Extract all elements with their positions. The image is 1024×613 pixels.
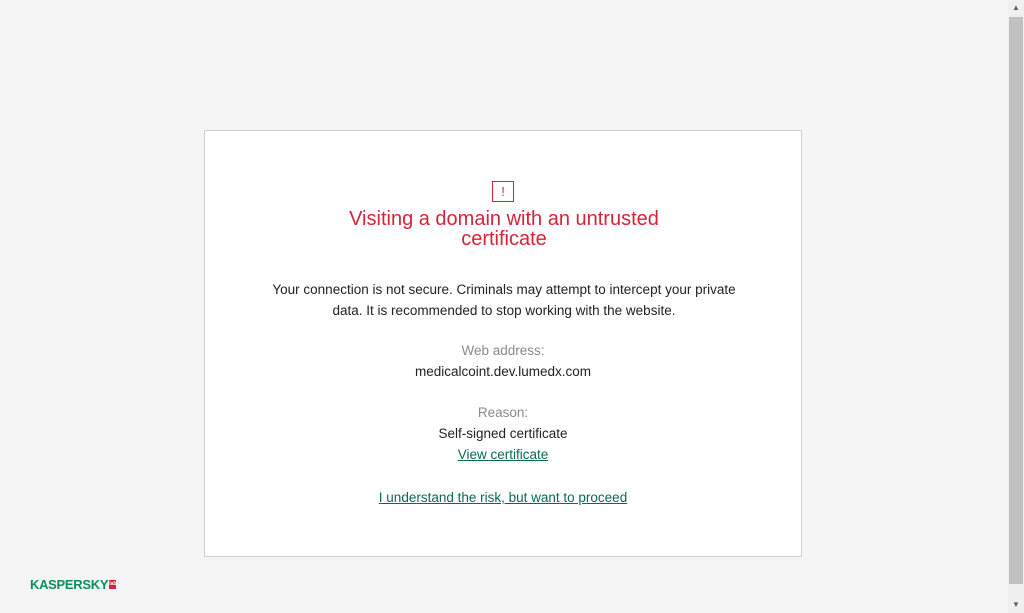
exclamation-glyph: ! (501, 184, 505, 199)
logo-badge: lab (109, 579, 117, 589)
vertical-scrollbar[interactable]: ▲ ▼ (1008, 0, 1024, 613)
warning-description-line1: Your connection is not secure. Criminals… (272, 282, 736, 297)
page-viewport: ! Visiting a domain with an untrusted ce… (0, 0, 1008, 613)
triangle-up-icon[interactable]: ▲ (1008, 0, 1024, 16)
scroll-down-glyph: ▼ (1012, 600, 1020, 609)
proceed-row: I understand the risk, but want to proce… (205, 489, 801, 507)
warning-description: Your connection is not secure. Criminals… (245, 279, 763, 321)
web-address-label: Web address: (461, 343, 545, 358)
proceed-link[interactable]: I understand the risk, but want to proce… (379, 490, 627, 505)
warning-title: Visiting a domain with an untrusted cert… (265, 209, 743, 249)
triangle-down-icon[interactable]: ▼ (1008, 597, 1024, 613)
web-address-value: medicalcoint.dev.lumedx.com (414, 364, 592, 379)
logo-text: KASPERSKY (30, 576, 109, 592)
scrollbar-thumb[interactable] (1009, 17, 1023, 584)
scroll-up-glyph: ▲ (1012, 3, 1020, 12)
warning-title-line2: certificate (461, 228, 547, 250)
warning-description-line2: data. It is recommended to stop working … (332, 303, 676, 318)
warning-card: ! Visiting a domain with an untrusted ce… (204, 130, 802, 557)
view-certificate-row: View certificate (205, 446, 801, 464)
reason-value: Self-signed certificate (438, 426, 568, 441)
kaspersky-logo: KASPERSKY lab (30, 575, 116, 593)
exclamation-icon: ! (492, 181, 514, 202)
reason-label: Reason: (477, 405, 529, 420)
view-certificate-link[interactable]: View certificate (458, 447, 549, 462)
warning-title-line1: Visiting a domain with an untrusted (349, 208, 659, 230)
